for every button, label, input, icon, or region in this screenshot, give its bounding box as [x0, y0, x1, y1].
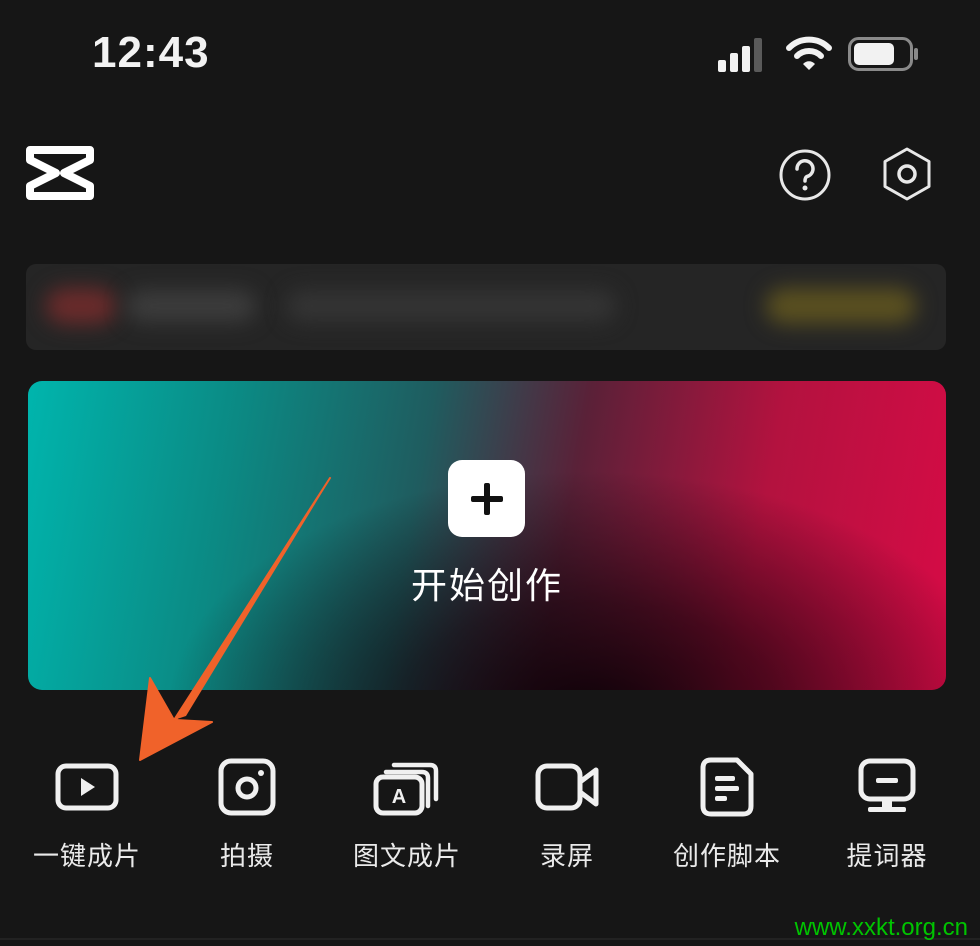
tool-label: 图文成片	[352, 842, 461, 872]
settings-icon[interactable]	[880, 146, 934, 202]
tool-label: 拍摄	[219, 842, 274, 872]
capcut-logo[interactable]	[26, 146, 94, 200]
plus-icon	[448, 460, 525, 537]
tool-screen-record[interactable]: 录屏	[492, 752, 642, 892]
watermark-text: www.xxkt.org.cn	[794, 914, 968, 941]
svg-text:A: A	[392, 786, 406, 808]
tool-text-to-video[interactable]: A 图文成片	[332, 752, 482, 892]
help-icon[interactable]	[778, 148, 832, 202]
tool-label: 提词器	[846, 842, 928, 872]
start-creation-label: 开始创作	[410, 566, 563, 607]
app-screen: 12:43 开始创作 一键成片 拍摄 A 图文成片 录屏 创作脚本 提词器 ww…	[0, 0, 980, 946]
status-time: 12:43	[92, 28, 210, 77]
tool-shoot[interactable]: 拍摄	[172, 752, 322, 892]
signal-icon	[718, 38, 762, 72]
tool-creation-script[interactable]: 创作脚本	[652, 752, 802, 892]
tool-one-click-video[interactable]: 一键成片	[12, 752, 162, 892]
wifi-icon	[786, 36, 832, 70]
script-document-icon	[700, 757, 754, 817]
teleprompter-icon	[858, 758, 916, 812]
tool-teleprompter[interactable]: 提词器	[812, 752, 962, 892]
video-record-icon	[535, 763, 599, 811]
text-to-video-icon: A	[373, 762, 439, 816]
battery-icon	[848, 37, 918, 71]
blurred-banner[interactable]	[26, 264, 946, 350]
tool-label: 一键成片	[32, 842, 141, 872]
camera-icon	[218, 758, 276, 816]
play-video-icon	[55, 763, 119, 811]
tool-label: 创作脚本	[672, 842, 781, 872]
start-creation-card[interactable]: 开始创作	[28, 381, 946, 690]
tool-label: 录屏	[539, 842, 594, 872]
